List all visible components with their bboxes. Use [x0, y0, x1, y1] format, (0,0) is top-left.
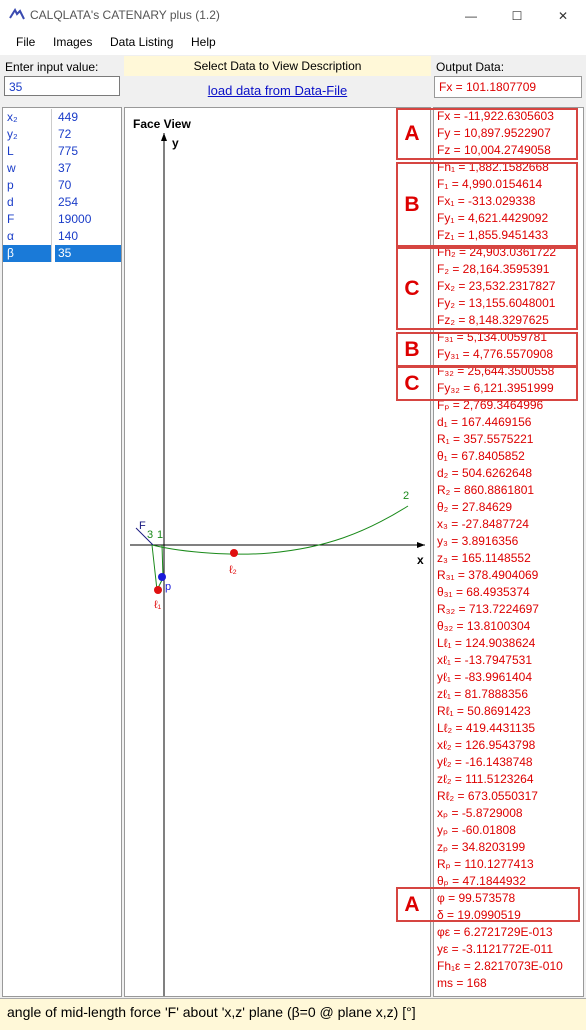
- result-line: yℓ₂ = -16.1438748: [437, 755, 533, 769]
- result-line: x₃ = -27.8487724: [437, 517, 529, 531]
- param-row[interactable]: F 19000: [3, 211, 121, 228]
- point-l1-label: ℓ₁: [154, 599, 162, 611]
- param-name: x₂: [3, 109, 52, 126]
- output-value-field: Fx = 101.1807709: [434, 76, 582, 98]
- input-label: Enter input value:: [5, 60, 99, 74]
- result-line: θ₁ = 67.8405852: [437, 449, 525, 463]
- param-name: w: [3, 160, 52, 177]
- y-axis-label: y: [172, 136, 179, 150]
- result-line: θ₃₁ = 68.4935374: [437, 585, 530, 599]
- result-line: d₂ = 504.6262648: [437, 466, 533, 480]
- point-l2-marker: [230, 549, 238, 557]
- param-value: 37: [58, 161, 72, 175]
- menu-data-listing[interactable]: Data Listing: [110, 35, 173, 49]
- param-value: 254: [58, 195, 79, 209]
- param-value: 449: [58, 110, 79, 124]
- result-line: xℓ₂ = 126.9543798: [437, 738, 536, 752]
- param-name: F: [3, 211, 52, 228]
- catenary-curve: [151, 505, 409, 555]
- param-name: y₂: [3, 126, 52, 143]
- result-line: zℓ₁ = 81.7888356: [437, 687, 529, 701]
- force-f-label: F: [139, 520, 146, 532]
- param-value: 72: [58, 127, 72, 141]
- param-value: 140: [58, 229, 79, 243]
- result-line: xₚ = -5.8729008: [437, 806, 523, 820]
- param-row[interactable]: d 254: [3, 194, 121, 211]
- menu-file[interactable]: File: [16, 35, 35, 49]
- result-line: R₁ = 357.5575221: [437, 432, 534, 446]
- group-label-c: C: [398, 249, 426, 328]
- result-line: R₂ = 860.8861801: [437, 483, 535, 497]
- result-line: xℓ₁ = -13.7947531: [437, 653, 532, 667]
- param-row[interactable]: α 140: [3, 228, 121, 245]
- param-value: 775: [58, 144, 79, 158]
- result-line: y₃ = 3.8916356: [437, 534, 519, 548]
- result-line: yₚ = -60.01808: [437, 823, 516, 837]
- result-line: R₃₂ = 713.7224697: [437, 602, 539, 616]
- y-axis-arrow: [161, 133, 167, 141]
- maximize-button[interactable]: ☐: [494, 0, 540, 31]
- input-value-field[interactable]: 35: [4, 76, 120, 96]
- result-line: zℓ₂ = 111.5123264: [437, 772, 534, 786]
- result-line: zₚ = 34.8203199: [437, 840, 526, 854]
- result-line: R₃₁ = 378.4904069: [437, 568, 539, 582]
- group-label-b: B: [398, 164, 426, 245]
- param-value: 70: [58, 178, 72, 192]
- menu-images[interactable]: Images: [53, 35, 92, 49]
- output-label: Output Data:: [436, 60, 505, 74]
- app-icon: [9, 8, 25, 20]
- result-line: θ₂ = 27.84629: [437, 500, 513, 514]
- param-name: β: [3, 245, 52, 262]
- result-line: z₃ = 165.1148552: [437, 551, 531, 565]
- close-button[interactable]: ✕: [540, 0, 586, 31]
- load-data-link[interactable]: load data from Data-File: [124, 83, 431, 98]
- point-1-label: 1: [157, 529, 163, 541]
- point-2-label: 2: [403, 490, 409, 502]
- param-row[interactable]: p 70: [3, 177, 121, 194]
- result-line: Rₚ = 110.1277413: [437, 857, 534, 871]
- point-p-label: p: [165, 581, 171, 593]
- menu-help[interactable]: Help: [191, 35, 216, 49]
- point-l1-marker: [154, 586, 162, 594]
- param-value: 35: [55, 245, 121, 262]
- parameter-table: x₂ 449 y₂ 72 L 775 w 37 p 70 d 254 F 19000 α 140…: [2, 107, 122, 997]
- param-row[interactable]: w 37: [3, 160, 121, 177]
- result-line: Rℓ₂ = 673.0550317: [437, 789, 538, 803]
- window-title: CALQLATA's CATENARY plus (1.2): [30, 8, 220, 22]
- param-row[interactable]: L 775: [3, 143, 121, 160]
- status-bar: angle of mid-length force 'F' about 'x,z…: [0, 998, 586, 1030]
- group-label-b2: B: [398, 334, 426, 365]
- result-line: φε = 6.2721729E-013: [437, 925, 553, 939]
- param-name: α: [3, 228, 52, 245]
- description-heading: Select Data to View Description: [124, 56, 431, 76]
- group-label-a: A: [398, 110, 426, 158]
- result-line: yε = -3.1121772E-011: [437, 942, 553, 956]
- param-name: L: [3, 143, 52, 160]
- result-line: Lℓ₂ = 419.4431135: [437, 721, 536, 735]
- group-label-a2: A: [398, 889, 426, 920]
- plot-title: Face View: [133, 117, 191, 131]
- point-l2-label: ℓ₂: [229, 564, 237, 576]
- result-line: θ₃₂ = 13.8100304: [437, 619, 531, 633]
- result-line: ms = 168: [437, 976, 487, 990]
- point-3-label: 3: [147, 529, 153, 541]
- x-axis-arrow: [417, 542, 425, 548]
- param-name: d: [3, 194, 52, 211]
- param-value: 19000: [58, 212, 92, 226]
- minimize-button[interactable]: —: [448, 0, 494, 31]
- param-row[interactable]: y₂ 72: [3, 126, 121, 143]
- result-line: Rℓ₁ = 50.8691423: [437, 704, 531, 718]
- cable-segment: [151, 544, 164, 592]
- param-row[interactable]: x₂ 449: [3, 109, 121, 126]
- param-name: p: [3, 177, 52, 194]
- result-line: Lℓ₁ = 124.9038624: [437, 636, 536, 650]
- point-p-marker: [158, 573, 166, 581]
- face-view-plot: Face View y x F 3 1 2 p ℓ₁ ℓ₂: [124, 107, 431, 997]
- result-line: Fh₁ε = 2.8217073E-010: [437, 959, 563, 973]
- group-label-c2: C: [398, 368, 426, 399]
- result-line: d₁ = 167.4469156: [437, 415, 532, 429]
- param-row-selected[interactable]: β 35: [3, 245, 121, 262]
- x-axis-label: x: [417, 553, 424, 567]
- result-line: yℓ₁ = -83.9961404: [437, 670, 532, 684]
